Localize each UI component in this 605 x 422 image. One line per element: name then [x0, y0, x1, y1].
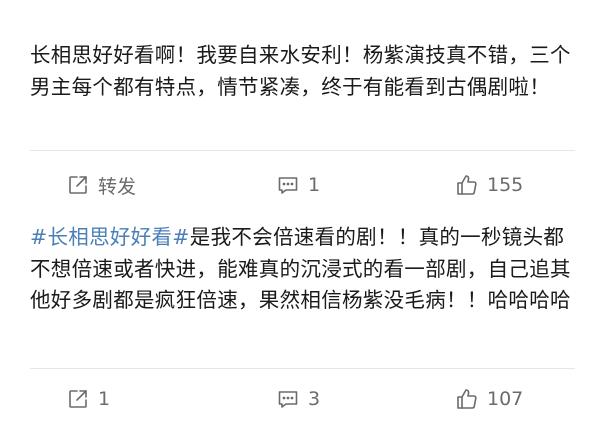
- post-card: 长相思好好看啊！我要自来水安利！杨紫演技真不错，三个男主每个都有特点，情节紧凑，…: [0, 0, 605, 210]
- comment-count: 1: [308, 174, 321, 196]
- repost-count: 1: [98, 388, 111, 410]
- thumbs-up-icon: [455, 387, 479, 411]
- comment-feed: 长相思好好看啊！我要自来水安利！杨紫演技真不错，三个男主每个都有特点，情节紧凑，…: [0, 0, 605, 422]
- divider: [30, 368, 575, 369]
- share-icon: [66, 173, 90, 197]
- like-count: 155: [487, 174, 524, 196]
- like-count: 107: [487, 388, 524, 410]
- post-text: #长相思好好看#是我不会倍速看的剧！！真的一秒镜头都不想倍速或者快进，能难真的沉…: [30, 222, 580, 317]
- repost-button[interactable]: 1: [66, 384, 110, 414]
- repost-label: 转发: [98, 175, 137, 198]
- action-bar: 1 3 107: [0, 384, 605, 414]
- thumbs-up-icon: [455, 173, 479, 197]
- like-button[interactable]: 155: [455, 170, 523, 200]
- divider: [30, 150, 575, 151]
- post-text: 长相思好好看啊！我要自来水安利！杨紫演技真不错，三个男主每个都有特点，情节紧凑，…: [30, 43, 571, 99]
- comment-button[interactable]: 1: [276, 170, 320, 200]
- post-card: #长相思好好看#是我不会倍速看的剧！！真的一秒镜头都不想倍速或者快进，能难真的沉…: [0, 210, 605, 422]
- comment-button[interactable]: 3: [276, 384, 320, 414]
- like-button[interactable]: 107: [455, 384, 523, 414]
- comment-icon: [276, 387, 300, 411]
- action-bar: 转发 1 155: [0, 170, 605, 200]
- comment-icon: [276, 173, 300, 197]
- share-icon: [66, 387, 90, 411]
- comment-count: 3: [308, 388, 321, 410]
- repost-button[interactable]: 转发: [66, 170, 136, 200]
- hashtag-link[interactable]: #长相思好好看#: [30, 225, 190, 249]
